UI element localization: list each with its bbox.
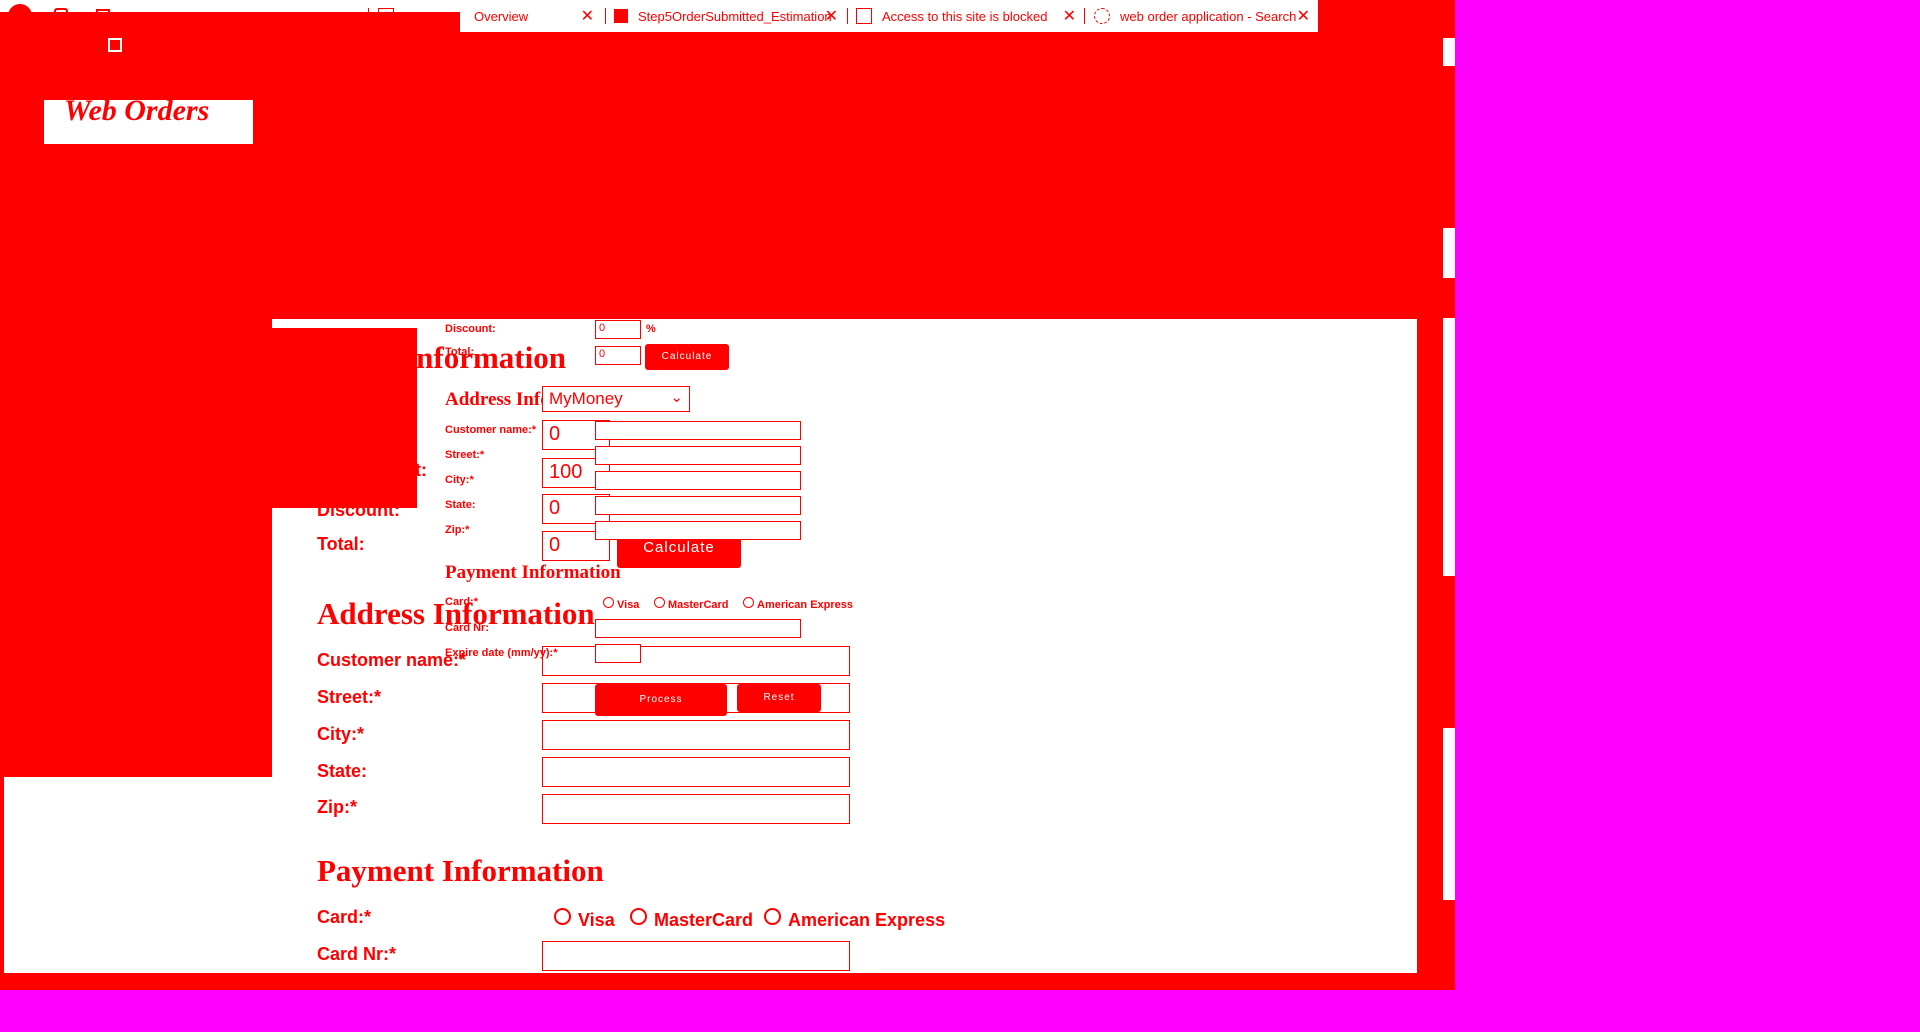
small-mastercard-radio[interactable]: [654, 597, 665, 608]
small-percent-sign: %: [646, 323, 656, 335]
small-customer-name-label: Customer name:*: [445, 424, 537, 436]
content-panel-left: [4, 776, 272, 973]
small-mastercard-label: MasterCard: [668, 599, 729, 611]
small-customer-name-input[interactable]: [595, 421, 801, 440]
search-engine-icon: [1094, 8, 1110, 24]
street-label: Street:*: [317, 687, 382, 707]
tab-step5[interactable]: Step5OrderSubmitted_Estimation ✕: [614, 4, 844, 28]
small-discount-label: Discount:: [445, 323, 496, 335]
card-nr-input[interactable]: [542, 941, 850, 971]
small-zip-label: Zip:*: [445, 524, 470, 536]
chevron-down-icon: ⌄: [670, 389, 683, 406]
small-card-nr-input[interactable]: [595, 619, 801, 638]
page-edge: [1443, 228, 1455, 278]
small-state-input[interactable]: [595, 496, 801, 515]
zip-input[interactable]: [542, 794, 850, 824]
mastercard-label: MasterCard: [654, 910, 754, 930]
small-state-label: State:: [445, 499, 476, 511]
american-express-radio[interactable]: [764, 908, 781, 925]
card-label: Card:*: [317, 907, 372, 927]
zip-label: Zip:*: [317, 797, 357, 817]
small-payment-heading: Payment Information: [445, 562, 621, 583]
close-icon[interactable]: ✕: [1297, 6, 1310, 26]
small-zip-input[interactable]: [595, 521, 801, 540]
card-nr-label: Card Nr:*: [317, 944, 397, 964]
mastercard-radio[interactable]: [630, 908, 647, 925]
small-street-input[interactable]: [595, 446, 801, 465]
logo-box: Web Orders: [44, 94, 253, 144]
small-total-label: Total:: [445, 346, 475, 358]
city-input[interactable]: [542, 720, 850, 750]
tab-label: Access to this site is blocked: [882, 8, 1048, 24]
page-icon: [856, 8, 872, 24]
tab-search[interactable]: web order application - Search ✕: [1094, 4, 1316, 28]
small-expire-date-input[interactable]: [595, 644, 641, 663]
logo-text: Web Orders: [64, 94, 210, 127]
page-edge: [1443, 728, 1455, 900]
product-select[interactable]: MyMoney ⌄: [542, 386, 690, 412]
small-card-nr-label: Card Nr:: [445, 622, 490, 634]
page-edge: [1443, 318, 1455, 576]
tab-label: Overview: [474, 8, 529, 24]
small-american-express-radio[interactable]: [743, 597, 754, 608]
small-expire-date-label: Expire date (mm/yy):*: [445, 647, 558, 659]
visa-label: Visa: [578, 910, 615, 930]
state-input[interactable]: [542, 757, 850, 787]
tab-access-blocked[interactable]: Access to this site is blocked ✕: [856, 4, 1082, 28]
toolbar-overlay: [0, 12, 460, 34]
close-icon[interactable]: ✕: [581, 6, 594, 26]
payment-information-heading: Payment Information: [317, 853, 604, 888]
tab-label: web order application - Search: [1120, 8, 1297, 24]
small-city-input[interactable]: [595, 471, 801, 490]
total-label: Total:: [317, 534, 365, 554]
customer-name-input[interactable]: [542, 646, 850, 676]
close-icon[interactable]: ✕: [1063, 6, 1076, 26]
american-express-label: American Express: [788, 910, 946, 930]
small-street-label: Street:*: [445, 449, 485, 461]
home-icon[interactable]: [108, 38, 122, 52]
customer-name-label: Customer name:*: [317, 650, 467, 670]
product-information-heading: t Information: [386, 340, 566, 375]
small-total-input[interactable]: 0: [595, 346, 641, 365]
reset-button[interactable]: Reset: [737, 684, 821, 712]
page-edge: [1443, 38, 1455, 66]
city-label: City:*: [317, 724, 365, 744]
document-icon: [614, 9, 628, 23]
process-button[interactable]: Process: [595, 684, 727, 716]
close-icon[interactable]: ✕: [825, 6, 838, 26]
state-label: State:: [317, 761, 368, 781]
visa-radio[interactable]: [554, 908, 571, 925]
small-card-label: Card:*: [445, 596, 479, 608]
sidebar-block: [0, 319, 272, 777]
small-visa-radio[interactable]: [603, 597, 614, 608]
discount-label: Discount:: [317, 500, 400, 520]
product-select-value: MyMoney: [549, 389, 623, 408]
toolbar-overlay: [0, 32, 155, 62]
price-per-unit-label: it:: [410, 460, 427, 480]
small-american-express-label: American Express: [757, 599, 853, 611]
small-calculate-button[interactable]: Calculate: [645, 344, 729, 370]
small-city-label: City:*: [445, 474, 474, 486]
small-discount-input[interactable]: 0: [595, 320, 641, 339]
tab-label: Step5OrderSubmitted_Estimation: [638, 8, 832, 24]
small-visa-label: Visa: [617, 599, 640, 611]
